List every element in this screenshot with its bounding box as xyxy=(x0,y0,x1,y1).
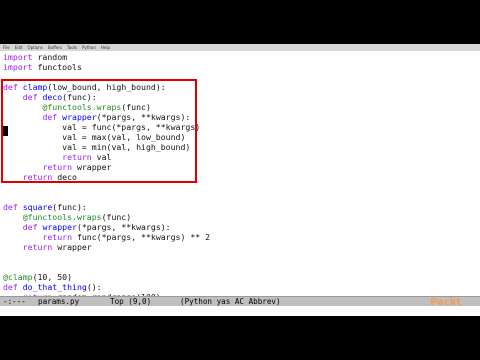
menu-bar: File Edit Options Buffers Tools Python Help xyxy=(0,44,480,51)
modeline-mode: (Python yas AC Abbrev) xyxy=(180,297,281,306)
modeline-filename: params.py xyxy=(38,297,80,306)
code-token: (func): xyxy=(52,202,87,212)
code-token: functools xyxy=(32,62,82,72)
highlight-box xyxy=(1,79,197,183)
code-line: @clamp(10, 50) xyxy=(3,272,72,282)
code-line: @functools.wraps(func) xyxy=(3,212,131,222)
code-token: wrapper xyxy=(42,222,77,232)
menu-item-tools[interactable]: Tools xyxy=(67,45,77,50)
code-token: return xyxy=(42,232,73,242)
code-token: do_that_thing xyxy=(22,282,87,292)
mode-line: -:--- params.py Top (9,0) (Python yas AC… xyxy=(0,296,480,306)
code-token: import xyxy=(3,62,33,72)
code-token: return xyxy=(22,242,53,252)
code-editor[interactable]: import random import functools def clamp(l… xyxy=(0,51,480,296)
code-token: (*pargs, **kwargs): xyxy=(76,222,171,232)
menu-item-buffers[interactable]: Buffers xyxy=(48,45,62,50)
code-line: def wrapper(*pargs, **kwargs): xyxy=(3,222,171,232)
menu-item-edit[interactable]: Edit xyxy=(15,45,23,50)
code-token: import xyxy=(3,52,33,62)
code-token: square xyxy=(22,202,53,212)
code-token: (10, 50) xyxy=(32,272,73,282)
code-token: def xyxy=(22,222,43,232)
code-token: (): xyxy=(86,282,102,292)
code-token: func(*pargs, **kwargs) ** 2 xyxy=(72,232,211,242)
code-token: @functools.wraps xyxy=(22,212,102,222)
menu-item-options[interactable]: Options xyxy=(27,45,42,50)
code-line: return wrapper xyxy=(3,242,92,252)
code-line: def do_that_thing(): xyxy=(3,282,102,292)
code-token: @clamp xyxy=(3,272,33,282)
text-cursor xyxy=(3,126,8,136)
minibuffer[interactable] xyxy=(0,306,480,316)
menu-item-file[interactable]: File xyxy=(3,45,10,50)
code-token: random xyxy=(32,52,68,62)
modeline-position: Top (9,0) xyxy=(110,297,152,306)
code-line: return func(*pargs, **kwargs) ** 2 xyxy=(3,232,210,242)
code-token: def xyxy=(3,282,23,292)
code-line: import functools xyxy=(3,62,82,72)
code-token: def xyxy=(3,202,23,212)
code-token: wrapper xyxy=(52,242,92,252)
menu-item-python[interactable]: Python xyxy=(82,45,96,50)
menu-item-help[interactable]: Help xyxy=(101,45,110,50)
code-token: (func) xyxy=(101,212,132,222)
modeline-status: -:--- xyxy=(3,297,26,306)
video-frame: File Edit Options Buffers Tools Python Help im… xyxy=(0,0,480,360)
code-line: import random xyxy=(3,52,67,62)
code-line: def square(func): xyxy=(3,202,87,212)
